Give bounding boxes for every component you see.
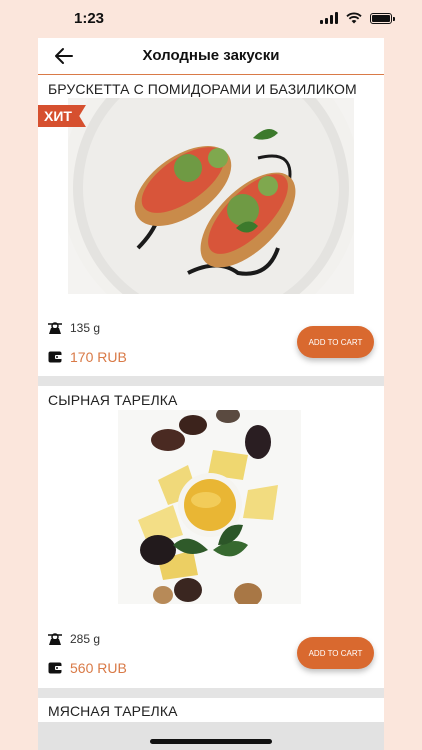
wallet-icon — [48, 662, 62, 674]
app-content: Холодные закуски БРУСКЕТТА С ПОМИДОРАМИ … — [38, 38, 384, 750]
home-indicator[interactable] — [150, 739, 272, 744]
divider — [38, 688, 384, 698]
scale-icon — [48, 632, 62, 645]
price-row: 170 RUB — [48, 349, 127, 365]
product-name: БРУСКЕТТА С ПОМИДОРАМИ И БАЗИЛИКОМ — [48, 81, 357, 97]
battery-icon — [370, 12, 395, 24]
price-row: 560 RUB — [48, 660, 127, 676]
product-card[interactable]: БРУСКЕТТА С ПОМИДОРАМИ И БАЗИЛИКОМ ХИТ 1… — [38, 76, 384, 376]
product-image — [68, 98, 354, 294]
weight-row: 285 g — [48, 632, 100, 646]
wallet-icon — [48, 351, 62, 363]
product-price: 170 RUB — [70, 349, 127, 365]
weight-row: 135 g — [48, 321, 100, 335]
scale-icon — [48, 321, 62, 334]
product-name: МЯСНАЯ ТАРЕЛКА — [48, 703, 178, 719]
product-card[interactable]: СЫРНАЯ ТАРЕЛКА 285 g 560 RUB ADD TO CART — [38, 386, 384, 688]
top-bar: Холодные закуски — [38, 38, 384, 75]
product-weight: 285 g — [70, 632, 101, 646]
wifi-icon — [346, 12, 362, 24]
product-image — [118, 410, 301, 604]
page-title: Холодные закуски — [142, 47, 280, 64]
product-name: СЫРНАЯ ТАРЕЛКА — [48, 392, 178, 408]
product-price: 560 RUB — [70, 660, 127, 676]
divider — [38, 376, 384, 386]
product-weight: 135 g — [70, 321, 101, 335]
add-to-cart-button[interactable]: ADD TO CART — [297, 326, 374, 358]
status-time: 1:23 — [74, 10, 105, 27]
status-icons — [320, 12, 395, 24]
status-bar: 1:23 — [0, 0, 422, 40]
bottom-overlay — [38, 722, 384, 750]
cellular-signal-icon — [320, 12, 338, 24]
add-to-cart-button[interactable]: ADD TO CART — [297, 637, 374, 669]
hit-badge: ХИТ — [38, 105, 86, 127]
